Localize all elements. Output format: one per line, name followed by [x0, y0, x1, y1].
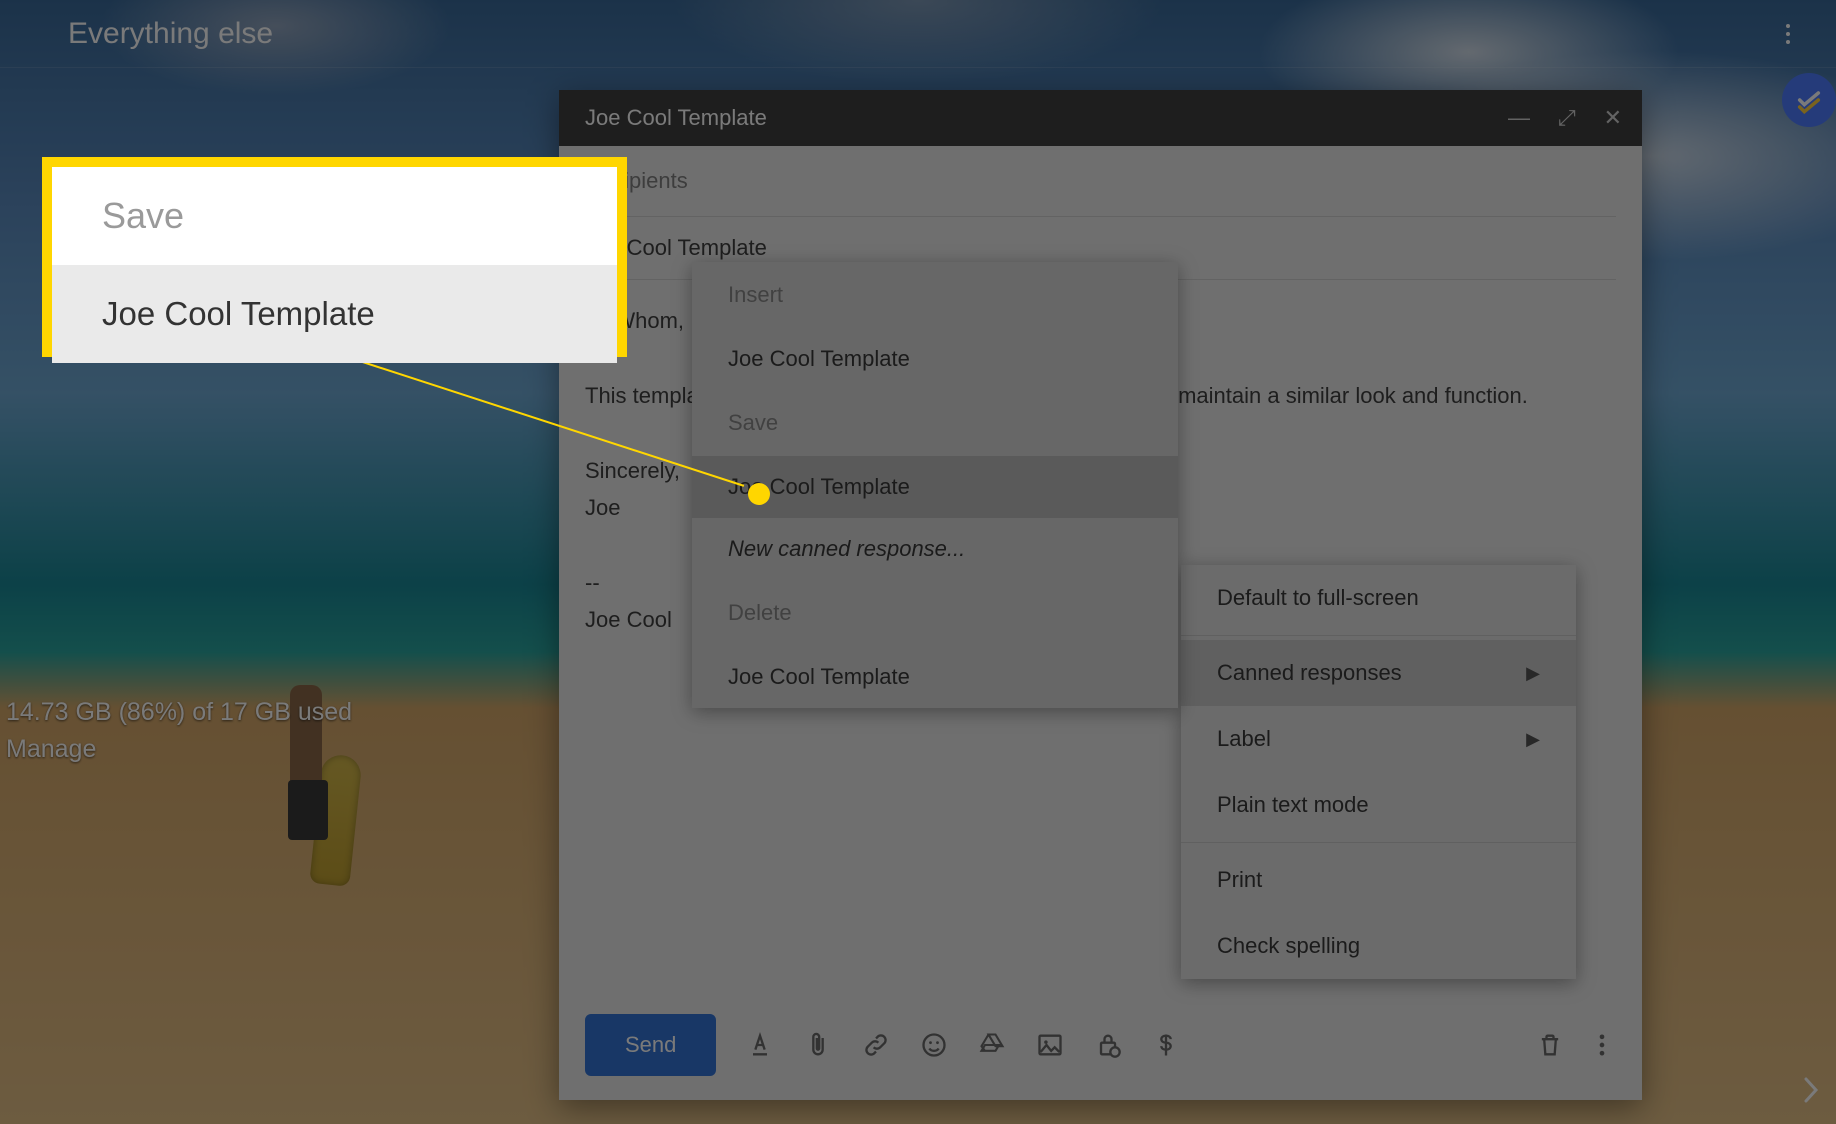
- emoji-icon[interactable]: [920, 1031, 948, 1059]
- close-icon[interactable]: ✕: [1604, 105, 1622, 131]
- drive-icon[interactable]: [978, 1031, 1006, 1059]
- kebab-menu-icon[interactable]: [1786, 24, 1806, 44]
- attach-icon[interactable]: [804, 1031, 832, 1059]
- storage-usage: 14.73 GB (86%) of 17 GB used: [6, 698, 352, 727]
- menu-plain-text[interactable]: Plain text mode: [1181, 772, 1576, 838]
- menu-print[interactable]: Print: [1181, 847, 1576, 913]
- menu-canned-responses[interactable]: Canned responses▶: [1181, 640, 1576, 706]
- submenu-delete-header: Delete: [692, 580, 1178, 646]
- menu-default-fullscreen[interactable]: Default to full-screen: [1181, 565, 1576, 631]
- tasks-icon[interactable]: [1782, 73, 1836, 127]
- menu-check-spelling[interactable]: Check spelling: [1181, 913, 1576, 979]
- callout-save-label: Save: [52, 167, 617, 265]
- minimize-icon[interactable]: —: [1508, 105, 1530, 131]
- compose-title: Joe Cool Template: [585, 105, 767, 131]
- money-icon[interactable]: [1152, 1031, 1180, 1059]
- text-format-icon[interactable]: [746, 1031, 774, 1059]
- more-options-icon[interactable]: [1588, 1031, 1616, 1059]
- image-icon[interactable]: [1036, 1031, 1064, 1059]
- callout-highlight: Save Joe Cool Template: [42, 157, 627, 357]
- callout-dot: [748, 483, 770, 505]
- chevron-right-icon: ▶: [1526, 729, 1540, 750]
- send-button[interactable]: Send: [585, 1014, 716, 1076]
- submenu-insert-template[interactable]: Joe Cool Template: [692, 328, 1178, 390]
- compose-header: Joe Cool Template — ⤢ ✕: [559, 90, 1642, 146]
- menu-label[interactable]: Label▶: [1181, 706, 1576, 772]
- confidential-icon[interactable]: [1094, 1031, 1122, 1059]
- submenu-new-canned[interactable]: New canned response...: [692, 518, 1178, 580]
- compose-toolbar: Send: [585, 1014, 1616, 1076]
- submenu-insert-header: Insert: [692, 262, 1178, 328]
- page-header: Everything else: [0, 0, 1836, 68]
- storage-manage-link[interactable]: Manage: [6, 735, 352, 764]
- storage-info: 14.73 GB (86%) of 17 GB used Manage: [6, 698, 352, 772]
- link-icon[interactable]: [862, 1031, 890, 1059]
- expand-icon[interactable]: ⤢: [1558, 105, 1576, 131]
- callout-template-label: Joe Cool Template: [52, 265, 617, 363]
- submenu-delete-template[interactable]: Joe Cool Template: [692, 646, 1178, 708]
- page-title: Everything else: [68, 17, 273, 51]
- chevron-right-icon: ▶: [1526, 663, 1540, 684]
- trash-icon[interactable]: [1536, 1031, 1564, 1059]
- chevron-right-icon[interactable]: [1788, 1066, 1836, 1114]
- more-options-menu: Default to full-screen Canned responses▶…: [1181, 565, 1576, 979]
- recipients-field[interactable]: Recipients: [585, 146, 1616, 217]
- submenu-save-header: Save: [692, 390, 1178, 456]
